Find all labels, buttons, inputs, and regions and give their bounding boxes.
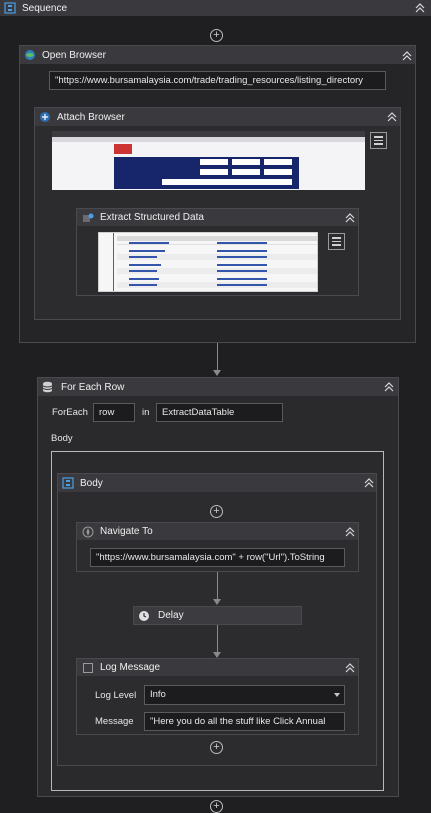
- delay-title: Delay: [158, 610, 184, 621]
- body-sequence-header: Body: [58, 474, 376, 492]
- attach-browser-title: Attach Browser: [57, 111, 125, 123]
- extract-data-menu-icon[interactable]: [328, 233, 345, 250]
- log-level-label: Log Level: [95, 690, 137, 701]
- extract-data-icon: [82, 212, 94, 224]
- log-message-text-field[interactable]: "Here you do all the stuff like Click An…: [144, 712, 345, 731]
- extract-data-header: Extract Structured Data: [77, 209, 358, 226]
- navigate-to-title: Navigate To: [100, 526, 153, 537]
- database-icon: [42, 381, 53, 393]
- open-browser-header: Open Browser: [20, 46, 415, 64]
- log-level-select[interactable]: Info: [144, 685, 345, 705]
- clock-icon: [138, 610, 150, 622]
- connector-arrow-icon: [213, 370, 221, 376]
- sequence-icon: [4, 2, 16, 14]
- sequence-collapse-icon[interactable]: [414, 2, 426, 14]
- foreach-body-label: Body: [51, 433, 73, 444]
- connector-line: [217, 572, 218, 600]
- open-browser-url-field[interactable]: "https://www.bursamalaysia.com/trade/tra…: [49, 71, 386, 90]
- chevron-down-icon: [334, 693, 340, 697]
- log-message-icon: [82, 662, 94, 674]
- extract-data-collapse-icon[interactable]: [344, 212, 356, 224]
- globe-icon: [24, 49, 36, 61]
- add-activity-icon[interactable]: +: [210, 505, 223, 518]
- log-message-collapse-icon[interactable]: [344, 662, 356, 674]
- connector-line: [217, 343, 218, 371]
- sequence-title: Sequence: [22, 2, 68, 14]
- for-each-row-title: For Each Row: [61, 381, 125, 393]
- foreach-label: ForEach: [52, 407, 88, 418]
- open-browser-title: Open Browser: [42, 49, 106, 61]
- for-each-row-header: For Each Row: [38, 378, 398, 396]
- extract-data-title: Extract Structured Data: [100, 212, 204, 223]
- navigate-to-header: Navigate To: [77, 523, 358, 540]
- connector-line: [217, 625, 218, 653]
- navigate-to-collapse-icon[interactable]: [344, 526, 356, 538]
- foreach-in-label: in: [142, 407, 150, 418]
- add-activity-icon[interactable]: +: [210, 741, 223, 754]
- attach-browser-icon: [39, 111, 51, 123]
- log-message-title: Log Message: [100, 662, 161, 673]
- foreach-collection-field[interactable]: ExtractDataTable: [156, 403, 283, 422]
- body-sequence-collapse-icon[interactable]: [363, 477, 375, 489]
- delay-activity[interactable]: Delay: [133, 606, 302, 625]
- navigate-to-url-field[interactable]: "https://www.bursamalaysia.com" + row("U…: [90, 548, 345, 567]
- attach-browser-header: Attach Browser: [35, 108, 400, 126]
- foreach-item-field[interactable]: row: [93, 403, 135, 422]
- compass-icon: [82, 526, 94, 538]
- attach-browser-menu-icon[interactable]: [370, 132, 387, 149]
- body-sequence-icon: [62, 477, 74, 489]
- attach-browser-collapse-icon[interactable]: [386, 111, 398, 123]
- attach-browser-screenshot: [52, 131, 365, 190]
- extract-data-screenshot: [98, 232, 318, 292]
- log-message-header: Log Message: [77, 659, 358, 676]
- sequence-header: Sequence: [0, 0, 431, 16]
- add-activity-icon[interactable]: +: [210, 29, 223, 42]
- body-sequence-title: Body: [80, 477, 103, 489]
- message-label: Message: [95, 716, 134, 727]
- for-each-row-collapse-icon[interactable]: [383, 381, 395, 393]
- log-level-value: Info: [150, 689, 166, 700]
- add-activity-icon[interactable]: +: [210, 800, 223, 813]
- connector-arrow-icon: [213, 599, 221, 605]
- open-browser-collapse-icon[interactable]: [401, 50, 413, 62]
